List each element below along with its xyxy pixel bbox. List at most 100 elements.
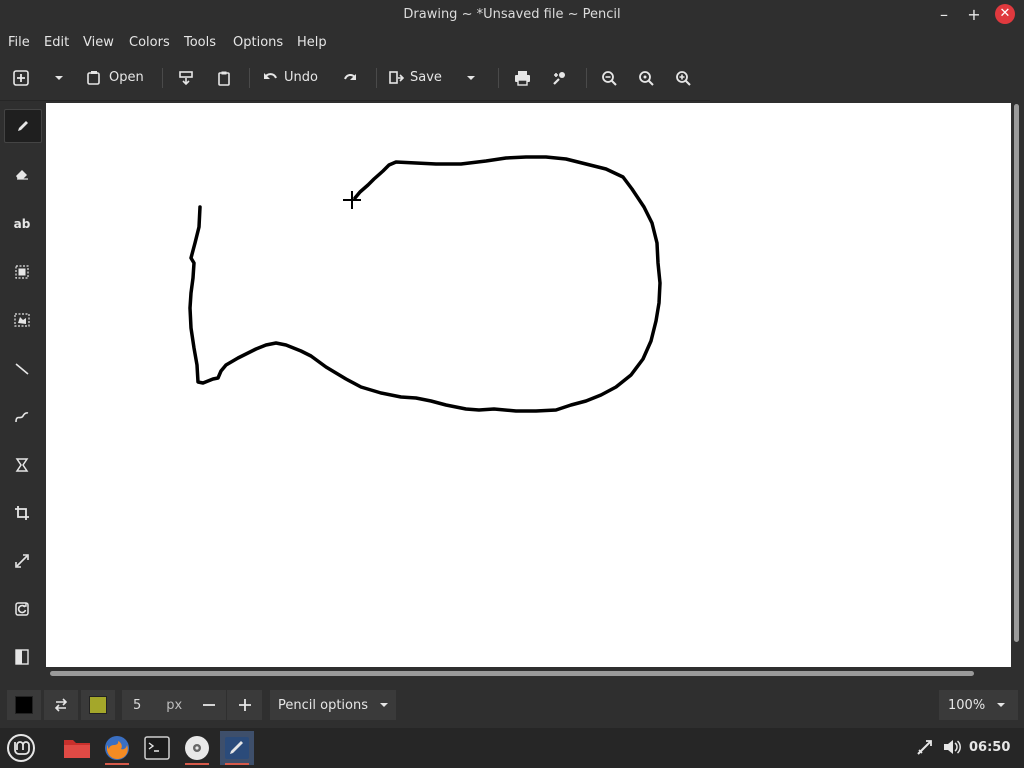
export-button[interactable] — [178, 66, 194, 90]
close-button[interactable]: ✕ — [995, 4, 1015, 24]
drawing-app-launcher[interactable] — [220, 731, 254, 765]
menu-file[interactable]: File — [8, 35, 30, 50]
open-icon — [87, 71, 100, 85]
undo-label: Undo — [284, 70, 318, 85]
size-increase-button[interactable] — [227, 690, 262, 720]
undo-button[interactable]: Undo — [262, 66, 318, 90]
print-button[interactable] — [514, 66, 531, 90]
curve-icon — [15, 412, 29, 423]
save-icon — [389, 71, 404, 84]
redo-button[interactable] — [342, 66, 358, 90]
network-icon[interactable] — [916, 738, 934, 760]
rect-select-icon — [15, 265, 29, 279]
tool-text[interactable]: ab — [4, 208, 40, 240]
running-indicator — [105, 763, 129, 765]
drawing-stroke — [188, 155, 662, 413]
tool-filters[interactable] — [4, 641, 40, 673]
vertical-scrollbar[interactable] — [1014, 104, 1019, 642]
new-button[interactable] — [12, 66, 30, 90]
save-menu-button[interactable] — [464, 66, 478, 90]
zoom-out-icon — [602, 70, 617, 86]
firefox-launcher[interactable] — [100, 731, 134, 765]
image-properties-button[interactable] — [551, 66, 567, 90]
terminal-icon — [144, 736, 170, 760]
running-indicator — [225, 763, 249, 765]
size-decrease-button[interactable] — [191, 690, 226, 720]
menu-colors[interactable]: Colors — [129, 35, 170, 50]
secondary-color-button[interactable] — [81, 690, 115, 720]
text-icon: ab — [13, 217, 31, 231]
toolbar-separator — [249, 68, 250, 88]
clipboard-icon — [218, 71, 230, 86]
terminal-launcher[interactable] — [140, 731, 174, 765]
zoom-original-button[interactable] — [638, 66, 655, 90]
files-launcher[interactable] — [60, 731, 94, 765]
save-button[interactable]: Save — [388, 66, 442, 90]
scale-icon — [15, 554, 29, 568]
maximize-button[interactable]: + — [963, 4, 985, 26]
tool-free-select[interactable] — [4, 304, 40, 336]
free-select-icon — [14, 313, 30, 327]
tool-options-label: Pencil options — [278, 697, 368, 713]
new-menu-button[interactable] — [52, 66, 66, 90]
tool-options-button[interactable]: Pencil options — [270, 690, 396, 720]
rotate-icon — [15, 602, 29, 616]
toolbar-separator — [162, 68, 163, 88]
size-spinbutton[interactable]: 5 px — [122, 690, 192, 720]
save-label: Save — [410, 70, 442, 85]
menu-view[interactable]: View — [83, 35, 114, 50]
zoom-label: 100% — [948, 697, 986, 713]
properties-icon — [553, 72, 565, 85]
open-label: Open — [109, 70, 144, 85]
tool-curve[interactable] — [4, 401, 40, 433]
menu-help[interactable]: Help — [297, 35, 327, 50]
tool-line[interactable] — [4, 353, 40, 385]
tool-scale[interactable] — [4, 545, 40, 577]
size-unit: px — [166, 697, 183, 713]
drawing-app-icon — [225, 737, 249, 759]
folder-icon — [64, 740, 90, 758]
zoom-out-button[interactable] — [601, 66, 618, 90]
filters-icon — [15, 649, 29, 665]
shape-icon — [15, 458, 29, 472]
crop-icon — [15, 506, 29, 520]
chevron-down-icon — [55, 76, 63, 80]
zoom-in-button[interactable] — [675, 66, 692, 90]
open-button[interactable]: Open — [86, 66, 144, 90]
tool-crop[interactable] — [4, 497, 40, 529]
volume-icon[interactable] — [942, 738, 962, 760]
zoom-in-icon — [676, 70, 691, 86]
tool-pencil[interactable] — [4, 109, 42, 143]
pencil-icon — [18, 121, 28, 131]
zoom-menu-button[interactable]: 100% — [939, 690, 1018, 720]
tool-shape[interactable] — [4, 449, 40, 481]
running-indicator — [185, 763, 209, 765]
toolbar-separator — [586, 68, 587, 88]
menu-start-button[interactable] — [4, 731, 38, 765]
horizontal-scrollbar[interactable] — [50, 671, 974, 676]
toolbar-separator — [376, 68, 377, 88]
menu-tools[interactable]: Tools — [184, 35, 216, 50]
redo-icon — [344, 73, 356, 80]
plus-icon — [238, 699, 251, 711]
media-launcher[interactable] — [180, 731, 214, 765]
paste-button[interactable] — [216, 66, 232, 90]
window-title: Drawing ~ *Unsaved file ~ Pencil — [403, 7, 621, 22]
main-color-button[interactable] — [7, 690, 41, 720]
exchange-colors-button[interactable] — [44, 690, 78, 720]
minimize-button[interactable]: – — [933, 4, 955, 26]
menu-options[interactable]: Options — [233, 35, 283, 50]
tool-rotate[interactable] — [4, 593, 40, 625]
tool-eraser[interactable] — [4, 158, 40, 190]
size-value: 5 — [133, 697, 142, 713]
undo-icon — [264, 73, 277, 79]
menu-edit[interactable]: Edit — [44, 35, 69, 50]
clock[interactable]: 06:50 — [969, 740, 1010, 755]
drawing-canvas[interactable] — [46, 103, 1011, 667]
swap-icon — [54, 698, 68, 712]
chevron-down-icon — [467, 76, 475, 80]
tool-rectangle-select[interactable] — [4, 256, 40, 288]
disc-icon — [185, 736, 209, 760]
line-icon — [15, 363, 29, 375]
new-image-icon — [13, 70, 29, 86]
